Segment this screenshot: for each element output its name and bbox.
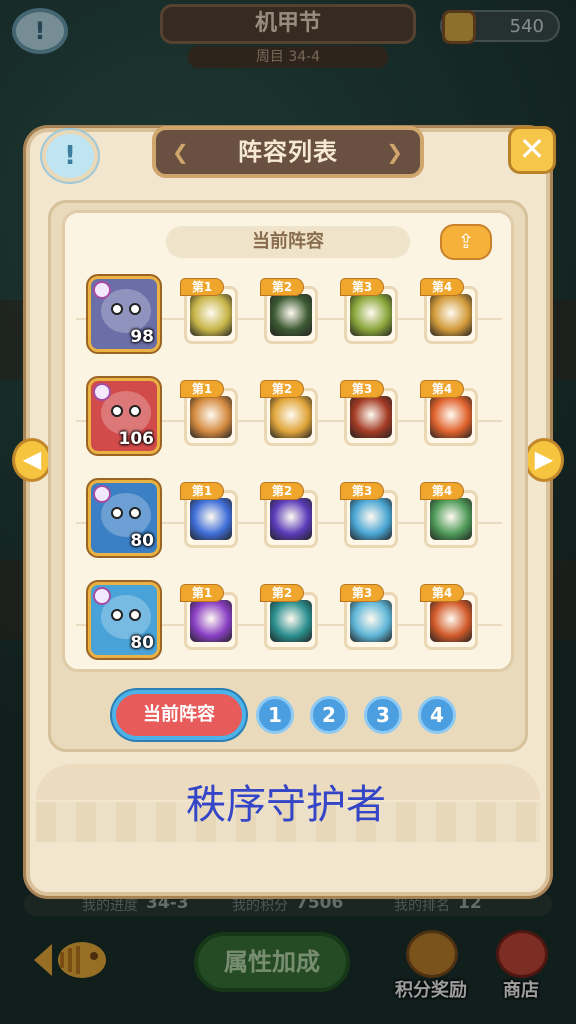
skill-slot[interactable]: 第4 [420, 380, 482, 446]
skill-slot[interactable]: 第4 [420, 482, 482, 548]
skill-order-tag: 第3 [340, 278, 384, 296]
hero-eye [129, 507, 141, 519]
skill-slot[interactable]: 第4 [420, 584, 482, 650]
element-icon [93, 383, 111, 401]
tab-lineup-1[interactable]: 1 [256, 696, 294, 734]
hero-eye [129, 609, 141, 621]
hero-eye [111, 507, 123, 519]
skill-slot[interactable]: 第3 [340, 380, 402, 446]
skill-icon [350, 396, 392, 438]
hero-eye [129, 303, 141, 315]
lineup-tabs: 当前阵容 1 2 3 4 [0, 690, 576, 740]
hero-portrait[interactable]: 80 [88, 582, 160, 658]
team-name: 秩序守护者 [0, 772, 576, 830]
close-button[interactable]: ✕ [508, 126, 556, 174]
skill-slot[interactable]: 第3 [340, 278, 402, 344]
skill-slot[interactable]: 第3 [340, 584, 402, 650]
hero-level: 98 [130, 327, 154, 347]
skill-icon [430, 498, 472, 540]
hero-level: 80 [130, 531, 154, 551]
hero-eye [129, 405, 141, 417]
skill-slot[interactable]: 第4 [420, 278, 482, 344]
tab-current-lineup[interactable]: 当前阵容 [112, 690, 246, 740]
skill-order-tag: 第2 [260, 278, 304, 296]
skill-order-tag: 第2 [260, 482, 304, 500]
element-icon [93, 485, 111, 503]
skill-icon [350, 600, 392, 642]
skill-slot[interactable]: 第1 [180, 380, 242, 446]
skill-order-tag: 第1 [180, 380, 224, 398]
team-row: 80 第1 第2 第3 第4 [76, 578, 502, 674]
skill-order-tag: 第4 [420, 380, 464, 398]
dialog-title-text: 阵容列表 [238, 138, 338, 166]
title-ornament-icon: ❮ [172, 140, 190, 164]
hero-level: 106 [118, 429, 155, 449]
hero-eye [111, 609, 123, 621]
element-icon [93, 587, 111, 605]
hero-eye [111, 405, 123, 417]
skill-order-tag: 第3 [340, 584, 384, 602]
skill-slot[interactable]: 第1 [180, 278, 242, 344]
skill-slot[interactable]: 第3 [340, 482, 402, 548]
element-icon [93, 281, 111, 299]
dialog-info-button[interactable]: ! [42, 130, 98, 182]
skill-slot[interactable]: 第2 [260, 278, 322, 344]
skill-order-tag: 第2 [260, 380, 304, 398]
skill-slot[interactable]: 第2 [260, 584, 322, 650]
skill-slot[interactable]: 第1 [180, 482, 242, 548]
skill-icon [350, 498, 392, 540]
next-arrow-button[interactable]: ▶ [524, 438, 564, 482]
skill-icon [190, 294, 232, 336]
skill-order-tag: 第2 [260, 584, 304, 602]
tab-lineup-4[interactable]: 4 [418, 696, 456, 734]
team-name-text: 秩序守护者 [186, 782, 386, 828]
share-icon: ⇪ [457, 229, 475, 253]
share-button[interactable]: ⇪ [440, 224, 492, 260]
skill-icon [190, 498, 232, 540]
skill-icon [430, 600, 472, 642]
skill-icon [270, 396, 312, 438]
team-row: 98 第1 第2 第3 第4 [76, 272, 502, 368]
skill-slot[interactable]: 第1 [180, 584, 242, 650]
skill-order-tag: 第4 [420, 584, 464, 602]
skill-slot[interactable]: 第2 [260, 380, 322, 446]
hero-eye [111, 303, 123, 315]
title-ornament-icon: ❯ [386, 140, 404, 164]
hero-portrait[interactable]: 98 [88, 276, 160, 352]
tab-lineup-2[interactable]: 2 [310, 696, 348, 734]
team-row: 106 第1 第2 第3 第4 [76, 374, 502, 470]
dialog-title: ❮ 阵容列表 ❯ [152, 126, 424, 178]
skill-icon [430, 396, 472, 438]
skill-slot[interactable]: 第2 [260, 482, 322, 548]
skill-order-tag: 第4 [420, 278, 464, 296]
skill-order-tag: 第4 [420, 482, 464, 500]
tab-lineup-3[interactable]: 3 [364, 696, 402, 734]
prev-arrow-button[interactable]: ◀ [12, 438, 52, 482]
skill-icon [270, 600, 312, 642]
skill-icon [430, 294, 472, 336]
hero-portrait[interactable]: 106 [88, 378, 160, 454]
hero-level: 80 [130, 633, 154, 653]
current-lineup-label: 当前阵容 [166, 226, 410, 258]
hero-portrait[interactable]: 80 [88, 480, 160, 556]
team-row: 80 第1 第2 第3 第4 [76, 476, 502, 572]
skill-order-tag: 第1 [180, 482, 224, 500]
skill-order-tag: 第3 [340, 380, 384, 398]
skill-icon [190, 396, 232, 438]
skill-icon [350, 294, 392, 336]
skill-order-tag: 第1 [180, 278, 224, 296]
skill-icon [270, 294, 312, 336]
skill-order-tag: 第1 [180, 584, 224, 602]
skill-order-tag: 第3 [340, 482, 384, 500]
skill-icon [190, 600, 232, 642]
skill-icon [270, 498, 312, 540]
